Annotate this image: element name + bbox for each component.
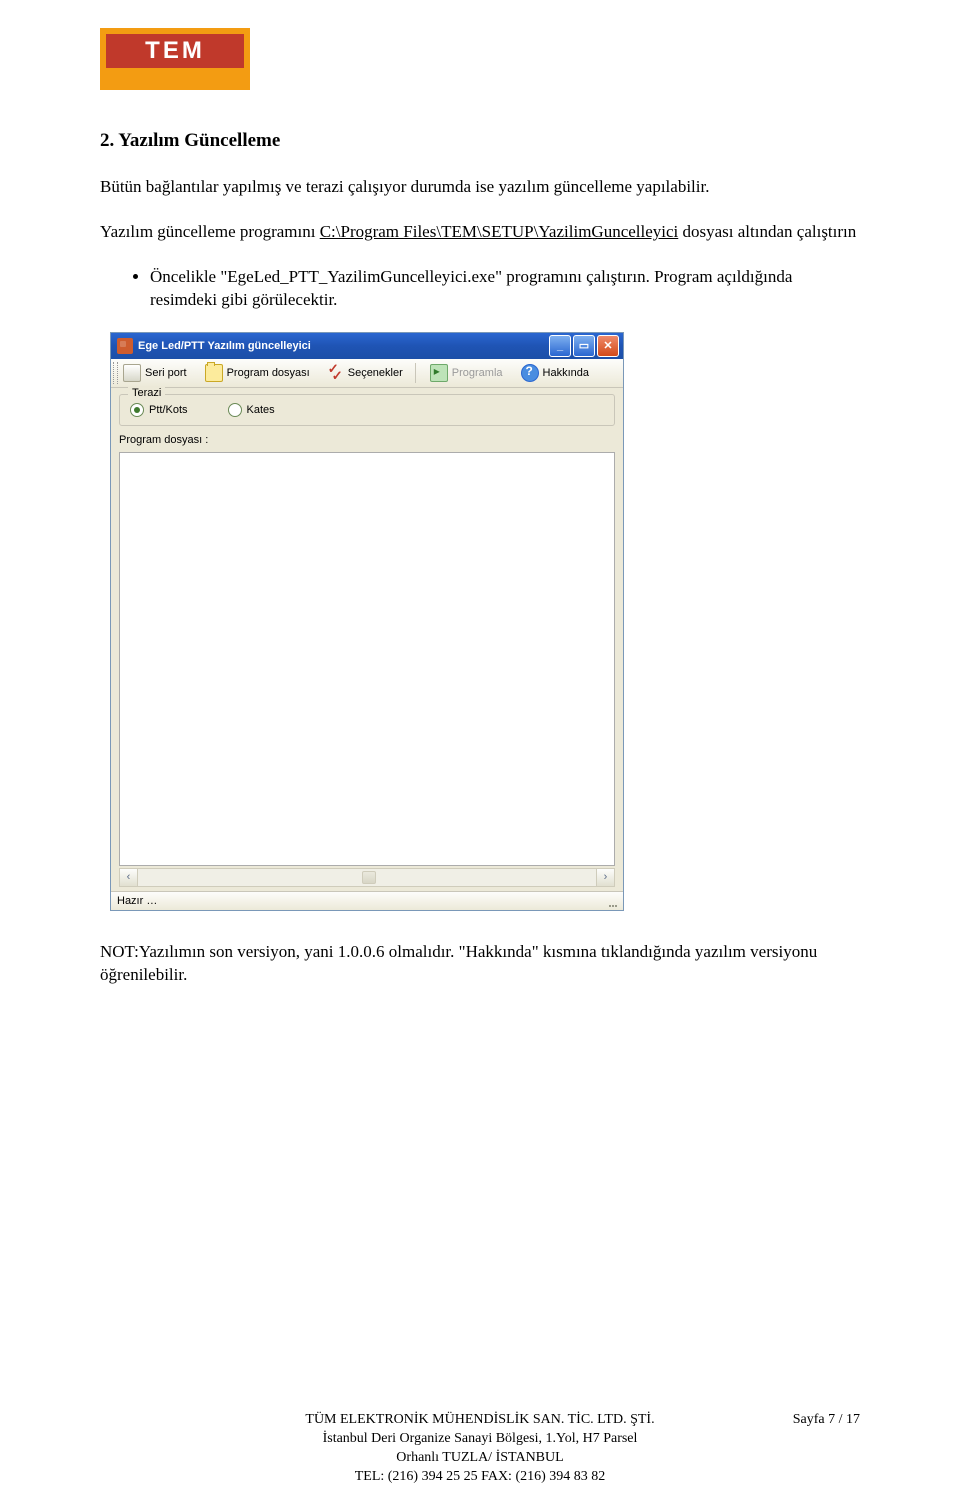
app-icon xyxy=(117,338,133,354)
radio-pttkots-label: Ptt/Kots xyxy=(149,404,188,416)
toolbar-program[interactable]: Programla xyxy=(422,362,509,384)
folder-icon xyxy=(205,364,223,382)
p2-part-b: dosyası altından çalıştırın xyxy=(678,222,856,241)
resize-grip-icon[interactable] xyxy=(609,895,617,907)
path-link: C:\Program Files\TEM\SETUP\YazilimGuncel… xyxy=(320,222,679,241)
toolbar-about-label: Hakkında xyxy=(543,367,589,379)
scroll-track[interactable] xyxy=(138,869,596,886)
window-title: Ege Led/PTT Yazılım güncelleyici xyxy=(138,340,547,352)
radio-kates[interactable]: Kates xyxy=(228,403,275,417)
bullet-1: Öncelikle "EgeLed_PTT_YazilimGuncelleyic… xyxy=(150,266,860,312)
toolbar-separator xyxy=(415,363,416,383)
bullet-list: Öncelikle "EgeLed_PTT_YazilimGuncelleyic… xyxy=(100,266,860,312)
footer-line4: TEL: (216) 394 25 25 FAX: (216) 394 83 8… xyxy=(0,1468,960,1487)
path-paragraph: Yazılım güncelleme programını C:\Program… xyxy=(100,221,860,244)
toolbar-about[interactable]: Hakkında xyxy=(513,362,595,384)
radio-pttkots[interactable]: Ptt/Kots xyxy=(130,403,188,417)
minimize-button[interactable]: _ xyxy=(549,335,571,357)
radio-row: Ptt/Kots Kates xyxy=(130,403,604,417)
help-icon xyxy=(521,364,539,382)
page: TEM 2. Yazılım Güncelleme Bütün bağlantı… xyxy=(0,0,960,1509)
toolbar-options-label: Seçenekler xyxy=(348,367,403,379)
toolbar-program-label: Programla xyxy=(452,367,503,379)
logo-text: TEM xyxy=(106,34,244,68)
tem-logo: TEM xyxy=(100,28,250,90)
serial-port-icon xyxy=(123,364,141,382)
radio-circle xyxy=(228,403,242,417)
toolbar-file-label: Program dosyası xyxy=(227,367,310,379)
page-footer: TÜM ELEKTRONİK MÜHENDİSLİK SAN. TİC. LTD… xyxy=(0,1411,960,1487)
footer-line2: İstanbul Deri Organize Sanayi Bölgesi, 1… xyxy=(0,1430,960,1449)
horizontal-scrollbar[interactable]: ‹ › xyxy=(119,868,615,887)
app-window: Ege Led/PTT Yazılım güncelleyici _ ▭ ✕ S… xyxy=(110,332,624,911)
note-paragraph: NOT:Yazılımın son versiyon, yani 1.0.0.6… xyxy=(100,941,860,987)
toolbar-serial-label: Seri port xyxy=(145,367,187,379)
status-text: Hazır … xyxy=(117,895,157,907)
p2-part-a: Yazılım güncelleme programını xyxy=(100,222,320,241)
terazi-group: Terazi Ptt/Kots Kates xyxy=(119,394,615,426)
footer-line3: Orhanlı TUZLA/ İSTANBUL xyxy=(0,1449,960,1468)
page-number: Sayfa 7 / 17 xyxy=(793,1411,860,1430)
maximize-button[interactable]: ▭ xyxy=(573,335,595,357)
statusbar: Hazır … xyxy=(111,891,623,910)
options-icon xyxy=(328,365,344,381)
file-label: Program dosyası : xyxy=(119,432,615,452)
output-panel xyxy=(119,452,615,866)
scroll-right-button[interactable]: › xyxy=(596,869,614,886)
group-legend: Terazi xyxy=(128,387,165,399)
toolbar: Seri port Program dosyası Seçenekler Pro… xyxy=(111,359,623,388)
radio-circle-selected xyxy=(130,403,144,417)
app-body: Terazi Ptt/Kots Kates Program dosyası : … xyxy=(111,388,623,887)
toolbar-program-file[interactable]: Program dosyası xyxy=(197,362,316,384)
section-title: 2. Yazılım Güncelleme xyxy=(100,130,860,152)
toolbar-options[interactable]: Seçenekler xyxy=(320,363,409,383)
intro-paragraph: Bütün bağlantılar yapılmış ve terazi çal… xyxy=(100,176,860,199)
scroll-left-button[interactable]: ‹ xyxy=(120,869,138,886)
program-icon xyxy=(430,364,448,382)
titlebar: Ege Led/PTT Yazılım güncelleyici _ ▭ ✕ xyxy=(111,333,623,359)
close-button[interactable]: ✕ xyxy=(597,335,619,357)
toolbar-serial-port[interactable]: Seri port xyxy=(115,362,193,384)
radio-kates-label: Kates xyxy=(247,404,275,416)
